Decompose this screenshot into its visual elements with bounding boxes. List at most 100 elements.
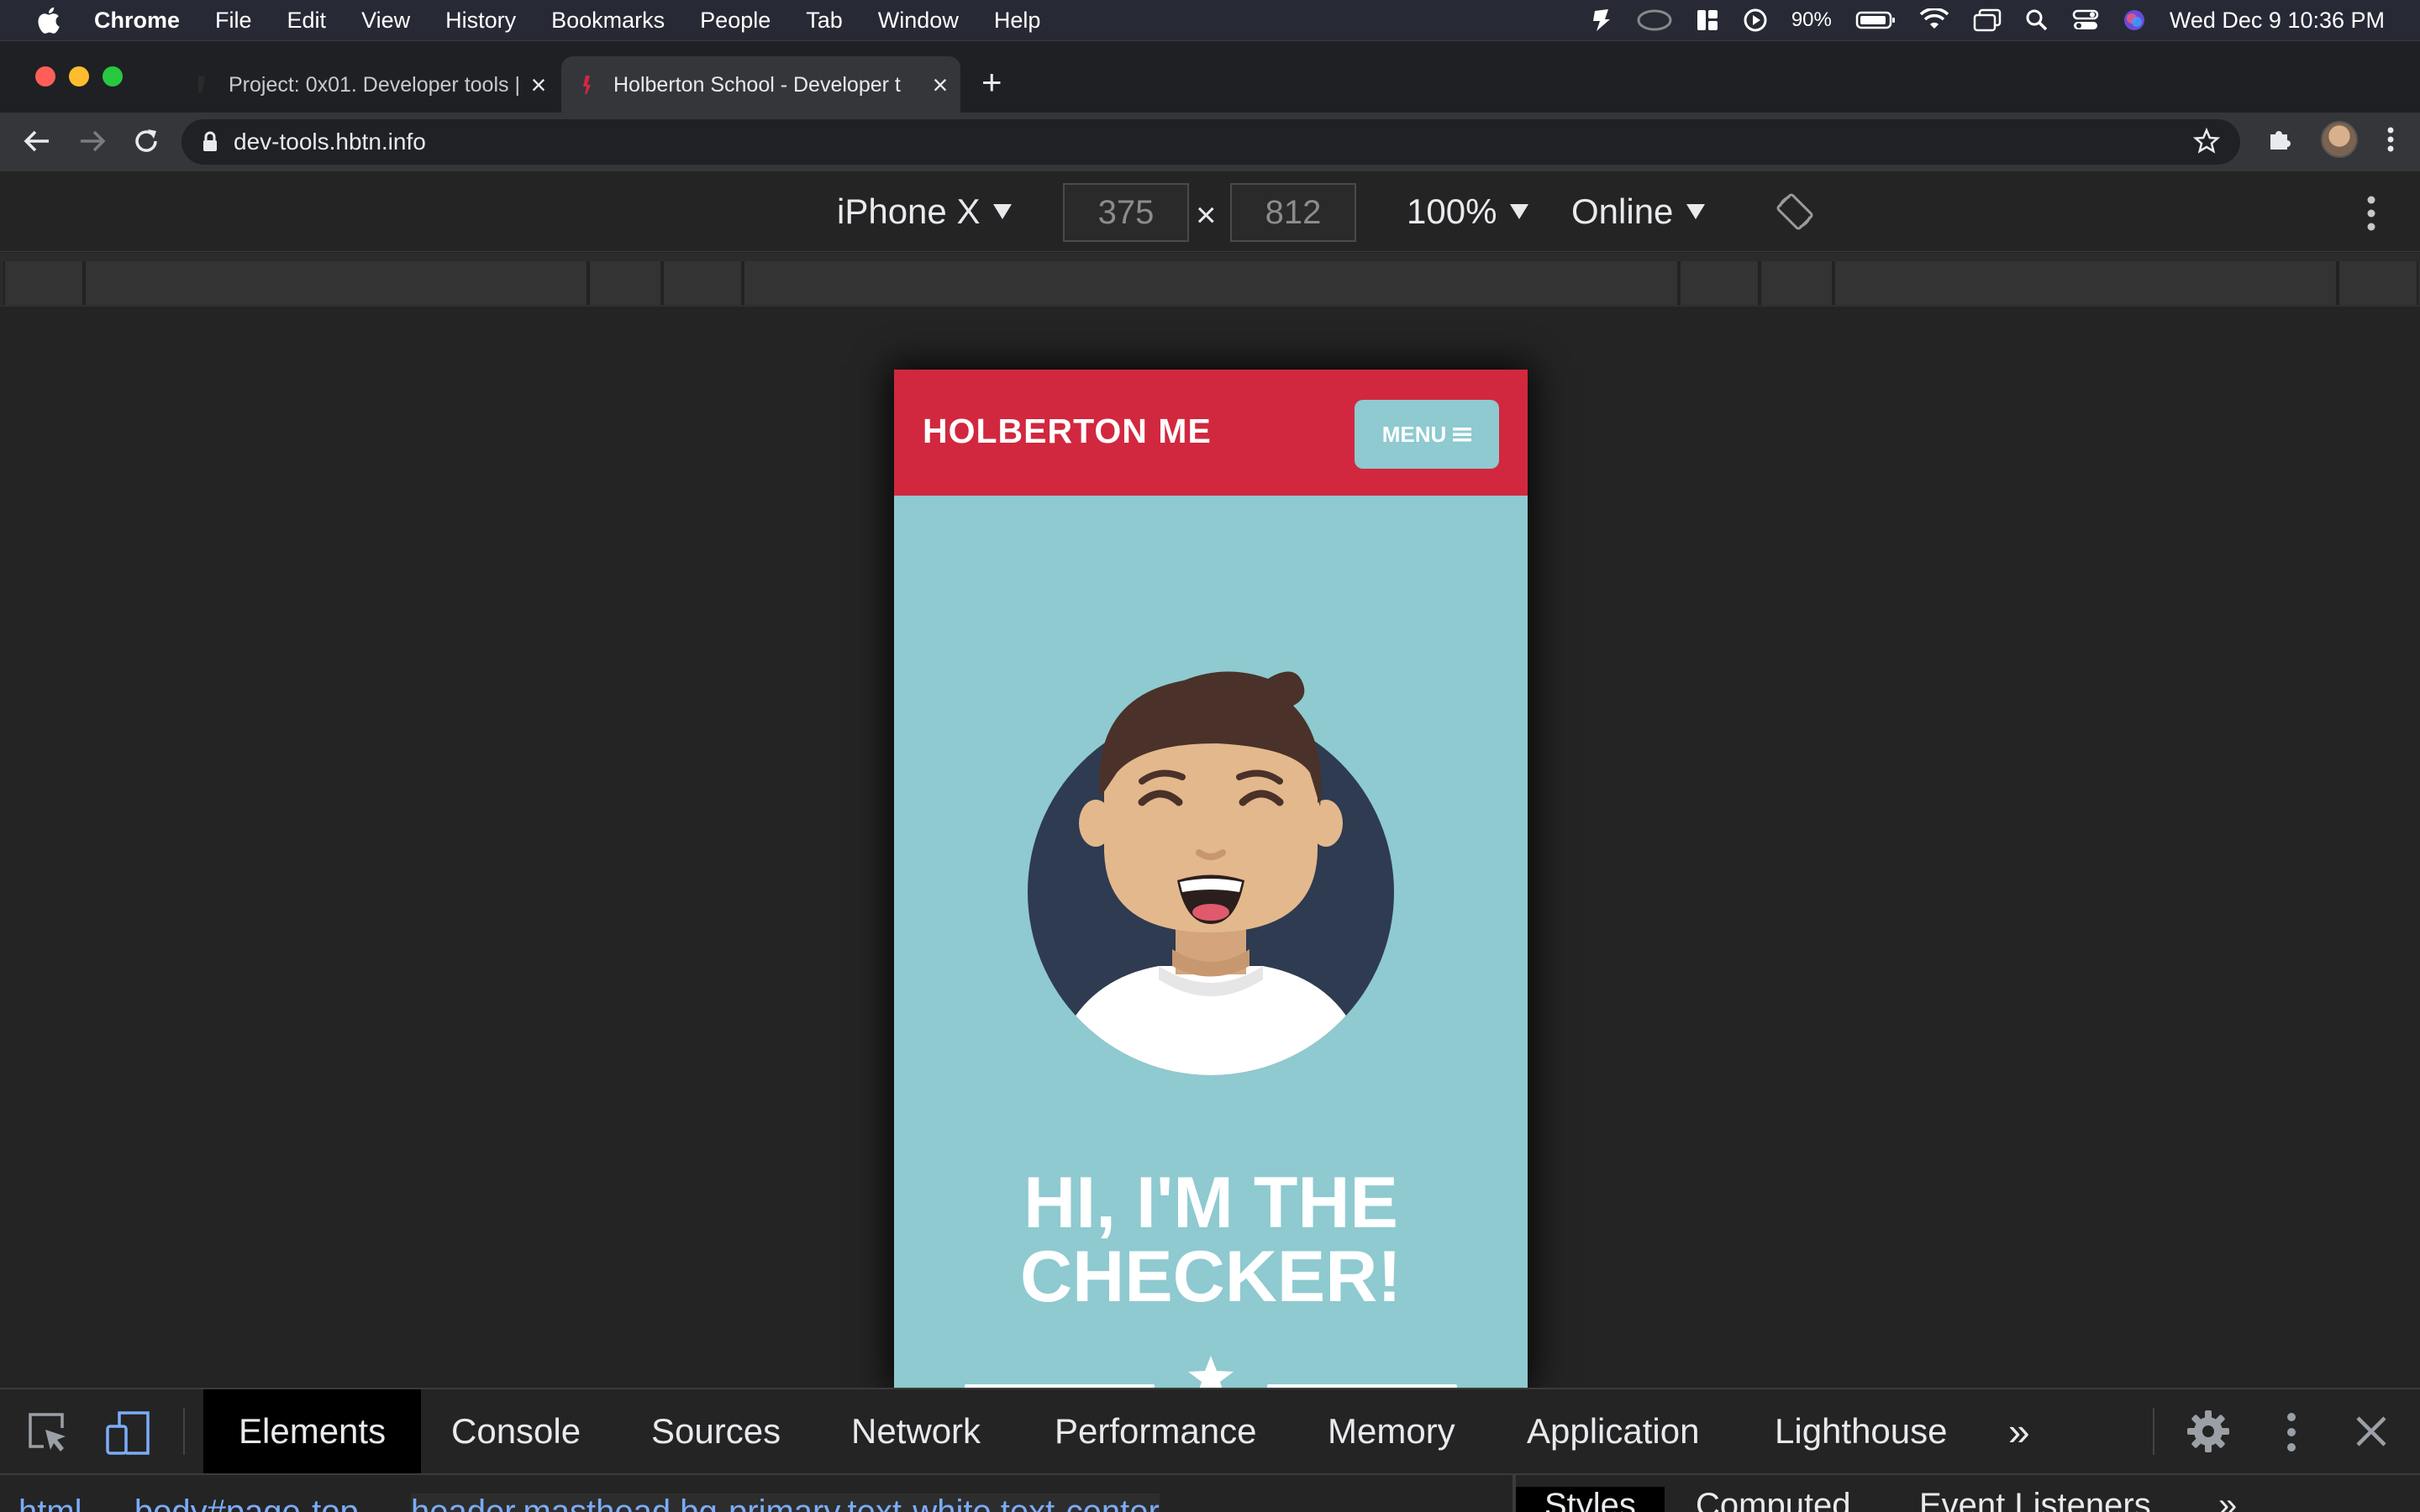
window-minimize-button[interactable] xyxy=(69,66,89,87)
wifi-icon[interactable] xyxy=(1919,8,1949,32)
layout-status-icon[interactable] xyxy=(1696,8,1719,32)
chevron-down-icon xyxy=(1686,204,1706,219)
ruler-segment[interactable] xyxy=(1833,261,2338,305)
hero-line-2: CHECKER! xyxy=(1020,1236,1402,1317)
tab-holberton-developer[interactable]: Holberton School - Developer t × xyxy=(561,56,960,113)
menu-button[interactable]: MENU xyxy=(1355,400,1499,469)
ruler-segment[interactable] xyxy=(588,261,662,305)
breadcrumb-header[interactable]: header.masthead.bg-primary.text-white.te… xyxy=(410,1494,1160,1512)
dom-breadcrumb: html body#page-top header.masthead.bg-pr… xyxy=(18,1494,1160,1512)
close-devtools-icon[interactable] xyxy=(2353,1413,2390,1450)
chrome-toolbar: dev-tools.hbtn.info xyxy=(0,113,2420,171)
inspect-element-icon[interactable] xyxy=(25,1410,71,1455)
hamburger-icon xyxy=(1453,428,1472,442)
bookmark-star-icon[interactable] xyxy=(2193,128,2220,155)
settings-gear-icon[interactable] xyxy=(2185,1408,2232,1455)
menubar-clock[interactable]: Wed Dec 9 10:36 PM xyxy=(2170,8,2385,34)
zoom-value: 100% xyxy=(1407,192,1497,231)
tab-memory[interactable]: Memory xyxy=(1328,1389,1455,1473)
siri-icon[interactable] xyxy=(2123,8,2146,32)
ruler-segment[interactable] xyxy=(3,261,84,305)
menu-people[interactable]: People xyxy=(700,8,771,34)
play-status-icon[interactable] xyxy=(1743,8,1768,33)
profile-avatar[interactable] xyxy=(2321,121,2358,158)
tab-close-icon[interactable]: × xyxy=(522,70,555,101)
menu-edit[interactable]: Edit xyxy=(287,8,327,34)
lock-icon[interactable] xyxy=(202,131,218,153)
device-toolbar: iPhone X 375 × 812 100% Online xyxy=(0,171,2420,252)
tab-computed[interactable]: Computed xyxy=(1696,1487,1851,1512)
tab-console[interactable]: Console xyxy=(451,1389,581,1473)
reload-icon[interactable] xyxy=(129,124,163,158)
devtools-tab-bar: Elements Console Sources Network Perform… xyxy=(0,1389,2420,1473)
address-bar[interactable]: dev-tools.hbtn.info xyxy=(182,119,2240,165)
menu-app-chrome[interactable]: Chrome xyxy=(94,8,180,34)
rotate-device-icon[interactable] xyxy=(1775,192,1815,232)
network-throttle-dropdown[interactable]: Online xyxy=(1571,192,1706,232)
viewport-width-input[interactable]: 375 xyxy=(1063,183,1189,242)
tab-network[interactable]: Network xyxy=(851,1389,981,1473)
media-query-ruler xyxy=(0,253,2420,307)
menu-view[interactable]: View xyxy=(361,8,410,34)
menu-window[interactable]: Window xyxy=(878,8,959,34)
toolbar-separator xyxy=(2153,1408,2154,1455)
screen-mirroring-icon[interactable] xyxy=(1973,8,2002,32)
more-tabs-chevron-icon[interactable]: » xyxy=(2008,1389,2030,1473)
device-toggle-icon[interactable] xyxy=(104,1410,151,1457)
tab-project-developer-tools[interactable]: Project: 0x01. Developer tools | × xyxy=(176,56,559,113)
apple-logo-icon[interactable] xyxy=(35,6,60,34)
battery-percent: 90% xyxy=(1791,8,1832,31)
device-viewport: HOLBERTON ME MENU HI, I'M THE CHECKER! xyxy=(894,370,1528,1388)
back-arrow-icon[interactable] xyxy=(20,124,54,158)
site-navbar: HOLBERTON ME MENU xyxy=(894,370,1528,496)
tab-close-icon[interactable]: × xyxy=(923,70,957,101)
ruler-segment[interactable] xyxy=(84,261,588,305)
holberton-favicon-icon xyxy=(198,76,205,93)
tab-lighthouse[interactable]: Lighthouse xyxy=(1775,1389,1948,1473)
tab-performance[interactable]: Performance xyxy=(1055,1389,1256,1473)
viewport-height-input[interactable]: 812 xyxy=(1230,183,1356,242)
tab-elements[interactable]: Elements xyxy=(203,1389,422,1473)
tab-application[interactable]: Application xyxy=(1527,1389,1699,1473)
chrome-menu-kebab-icon[interactable] xyxy=(2386,126,2395,153)
battery-icon[interactable] xyxy=(1855,10,1896,30)
control-center-icon[interactable] xyxy=(2072,8,2099,32)
ruler-segment[interactable] xyxy=(743,261,1679,305)
zoom-dropdown[interactable]: 100% xyxy=(1407,192,1529,232)
window-close-button[interactable] xyxy=(35,66,55,87)
tab-event-listeners[interactable]: Event Listeners xyxy=(1919,1487,2151,1512)
new-tab-button[interactable]: + xyxy=(981,65,1002,100)
breadcrumb-body[interactable]: body#page-top xyxy=(134,1494,359,1512)
styles-pane-tabs: Styles Computed Event Listeners » xyxy=(1512,1475,2420,1512)
spotlight-search-icon[interactable] xyxy=(2025,8,2049,32)
device-toolbar-more-icon[interactable] xyxy=(2366,193,2376,234)
tab-styles[interactable]: Styles xyxy=(1516,1487,1665,1512)
site-brand[interactable]: HOLBERTON ME xyxy=(923,412,1212,451)
url-text[interactable]: dev-tools.hbtn.info xyxy=(234,129,426,155)
hero-heading: HI, I'M THE CHECKER! xyxy=(894,1166,1528,1314)
menu-tab[interactable]: Tab xyxy=(806,8,843,34)
ruler-segment[interactable] xyxy=(2338,261,2418,305)
ruler-segment[interactable] xyxy=(1760,261,1833,305)
ruler-segment[interactable] xyxy=(1679,261,1760,305)
more-side-tabs-chevron-icon[interactable]: » xyxy=(2218,1487,2237,1512)
app-status-icon[interactable] xyxy=(1590,8,1613,33)
menu-help[interactable]: Help xyxy=(994,8,1041,34)
breadcrumb-html[interactable]: html xyxy=(18,1494,82,1512)
cloud-status-icon[interactable] xyxy=(1637,8,1672,32)
star-icon xyxy=(1188,1356,1234,1388)
menubar-status-area: 90% Wed Dec 9 10:36 PM xyxy=(1590,0,2385,40)
extensions-puzzle-icon[interactable] xyxy=(2265,126,2292,153)
devtools-more-kebab-icon[interactable] xyxy=(2286,1411,2297,1453)
forward-arrow-icon[interactable] xyxy=(76,124,109,158)
menu-bookmarks[interactable]: Bookmarks xyxy=(551,8,665,34)
window-fullscreen-button[interactable] xyxy=(103,66,123,87)
dimension-separator: × xyxy=(1196,195,1217,234)
menu-file[interactable]: File xyxy=(215,8,252,34)
menu-history[interactable]: History xyxy=(445,8,516,34)
tab-sources[interactable]: Sources xyxy=(651,1389,781,1473)
tab-title: Project: 0x01. Developer tools | xyxy=(229,72,520,97)
device-name: iPhone X xyxy=(837,192,981,231)
device-select-dropdown[interactable]: iPhone X xyxy=(837,192,1013,232)
ruler-segment[interactable] xyxy=(662,261,743,305)
